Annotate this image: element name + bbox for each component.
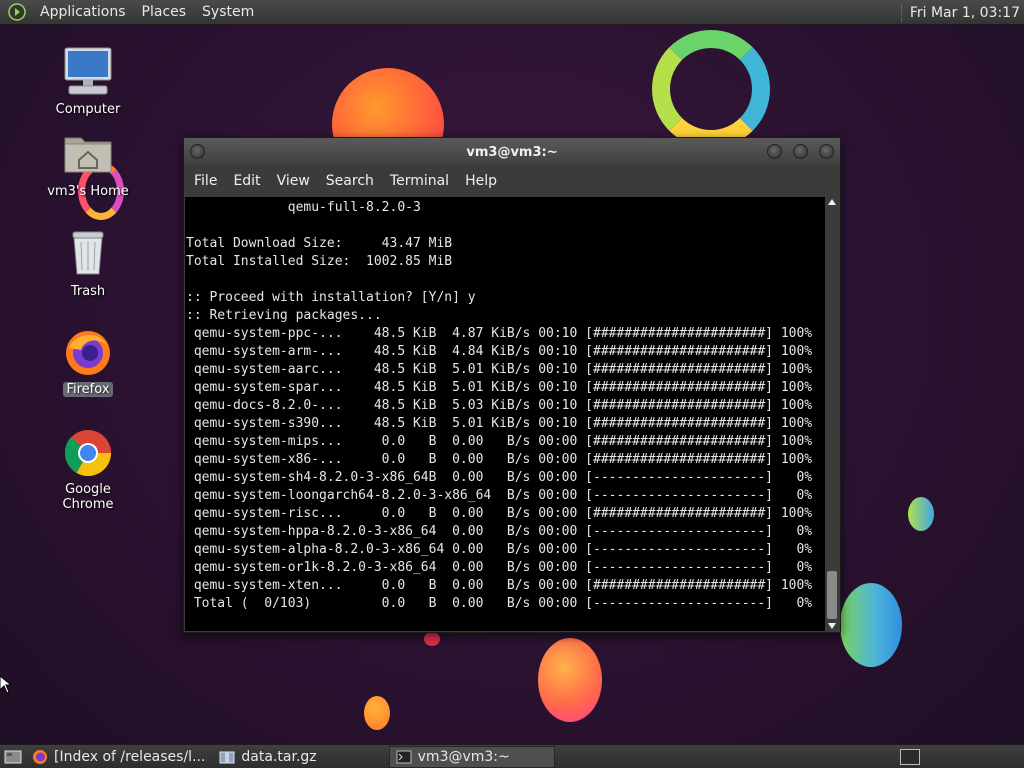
taskbar-item-terminal[interactable]: vm3@vm3:~ (388, 745, 555, 768)
menu-applications[interactable]: Applications (32, 0, 134, 25)
desktop-icon-label: Computer (55, 102, 121, 117)
terminal-line: qemu-system-ppc-... 48.5 KiB 4.87 KiB/s … (186, 326, 813, 341)
menu-file[interactable]: File (186, 173, 225, 189)
desktop-icon-label: Firefox (63, 382, 113, 397)
terminal-line: qemu-system-or1k-8.2.0-3-x86_64 0.00 B/s… (186, 560, 813, 575)
minimize-button[interactable] (767, 144, 782, 159)
maximize-button[interactable] (793, 144, 808, 159)
terminal-line: qemu-full-8.2.0-3 (186, 200, 421, 215)
terminal-line: qemu-system-spar... 48.5 KiB 5.01 KiB/s … (186, 380, 813, 395)
firefox-icon (61, 326, 115, 380)
taskbar-item-label: data.tar.gz (241, 748, 317, 765)
menu-search[interactable]: Search (318, 173, 382, 189)
top-panel: Applications Places System Fri Mar 1, 03… (0, 0, 1024, 25)
terminal-line: :: Proceed with installation? [Y/n] y (186, 290, 476, 305)
menu-system[interactable]: System (194, 0, 262, 25)
desktop-icon-firefox[interactable]: Firefox (38, 326, 138, 397)
desktop-icon-chrome[interactable]: Google Chrome (38, 426, 138, 512)
desktop-icon-label: vm3's Home (47, 184, 129, 199)
desktop-icon-label: Trash (70, 284, 106, 299)
terminal-line: Total Download Size: 43.47 MiB (186, 236, 453, 251)
terminal-scrollbar[interactable] (825, 197, 839, 631)
chrome-icon (61, 426, 115, 480)
mouse-cursor-icon (0, 676, 12, 694)
computer-icon (61, 46, 115, 100)
clock[interactable]: Fri Mar 1, 03:17 (910, 5, 1024, 21)
menu-places[interactable]: Places (134, 0, 195, 25)
terminal-line: Total Installed Size: 1002.85 MiB (186, 254, 453, 269)
firefox-icon (33, 749, 47, 764)
terminal-window: vm3@vm3:~ File Edit View Search Terminal… (183, 137, 841, 633)
scrollbar-thumb[interactable] (827, 571, 837, 619)
menu-edit[interactable]: Edit (225, 173, 268, 189)
scroll-down-arrow-icon[interactable] (828, 623, 836, 629)
terminal-line: qemu-system-loongarch64-8.2.0-3-x86_64 B… (186, 488, 813, 503)
window-titlebar[interactable]: vm3@vm3:~ (184, 138, 840, 166)
terminal-line: qemu-system-xten... 0.0 B 0.00 B/s 00:00… (186, 578, 813, 593)
desktop-icon-trash[interactable]: Trash (38, 228, 138, 299)
wallpaper-blue-bubble (840, 583, 902, 667)
terminal-icon (396, 750, 412, 763)
archive-icon (219, 751, 235, 763)
show-desktop-icon[interactable] (4, 749, 22, 765)
terminal-line: :: Retrieving packages... (186, 308, 382, 323)
terminal-line: qemu-system-aarc... 48.5 KiB 5.01 KiB/s … (186, 362, 813, 377)
taskbar-item-firefox[interactable]: [Index of /releases/l... (26, 746, 211, 768)
terminal-line: qemu-system-arm-... 48.5 KiB 4.84 KiB/s … (186, 344, 813, 359)
window-title: vm3@vm3:~ (466, 144, 558, 160)
menu-view[interactable]: View (269, 173, 318, 189)
panel-separator (900, 3, 904, 22)
trash-icon (61, 228, 115, 282)
desktop-icon-home[interactable]: vm3's Home (38, 128, 138, 199)
wallpaper-red-dot (424, 632, 440, 646)
wallpaper-pink-bubble (538, 638, 602, 722)
wallpaper-rainbow-ring (652, 30, 770, 148)
workspace-switcher[interactable] (900, 749, 920, 765)
terminal-line: qemu-docs-8.2.0-... 48.5 KiB 5.03 KiB/s … (186, 398, 813, 413)
menu-terminal[interactable]: Terminal (382, 173, 457, 189)
taskbar-item-label: [Index of /releases/l... (54, 748, 206, 765)
terminal-line: qemu-system-s390... 48.5 KiB 5.01 KiB/s … (186, 416, 813, 431)
terminal-line: qemu-system-mips... 0.0 B 0.00 B/s 00:00… (186, 434, 813, 449)
terminal-line: qemu-system-hppa-8.2.0-3-x86_64 0.00 B/s… (186, 524, 813, 539)
wallpaper-small-blue-bubble (908, 497, 934, 531)
desktop-icon-computer[interactable]: Computer (38, 46, 138, 117)
mate-logo-icon[interactable] (8, 3, 26, 21)
wallpaper-small-orange-bubble (364, 696, 390, 730)
taskbar-item-archive[interactable]: data.tar.gz (213, 746, 322, 768)
desktop-icon-label: Google Chrome (62, 482, 114, 512)
taskbar-item-label: vm3@vm3:~ (417, 748, 510, 765)
menu-help[interactable]: Help (457, 173, 505, 189)
terminal-line: qemu-system-x86-... 0.0 B 0.00 B/s 00:00… (186, 452, 813, 467)
terminal-line: Total ( 0/103) 0.0 B 0.00 B/s 00:00 [---… (186, 596, 813, 611)
terminal-menubar: File Edit View Search Terminal Help (184, 166, 840, 196)
home-folder-icon (61, 128, 115, 182)
terminal-output[interactable]: qemu-full-8.2.0-3 Total Download Size: 4… (185, 197, 825, 631)
terminal-line: qemu-system-alpha-8.2.0-3-x86_64 0.00 B/… (186, 542, 813, 557)
bottom-panel: [Index of /releases/l... data.tar.gz vm3… (0, 744, 1024, 768)
scroll-up-arrow-icon[interactable] (828, 199, 836, 205)
terminal-line: qemu-system-sh4-8.2.0-3-x86_64B 0.00 B/s… (186, 470, 813, 485)
terminal-line: qemu-system-risc... 0.0 B 0.00 B/s 00:00… (186, 506, 813, 521)
window-menu-button[interactable] (190, 144, 205, 159)
close-button[interactable] (819, 144, 834, 159)
